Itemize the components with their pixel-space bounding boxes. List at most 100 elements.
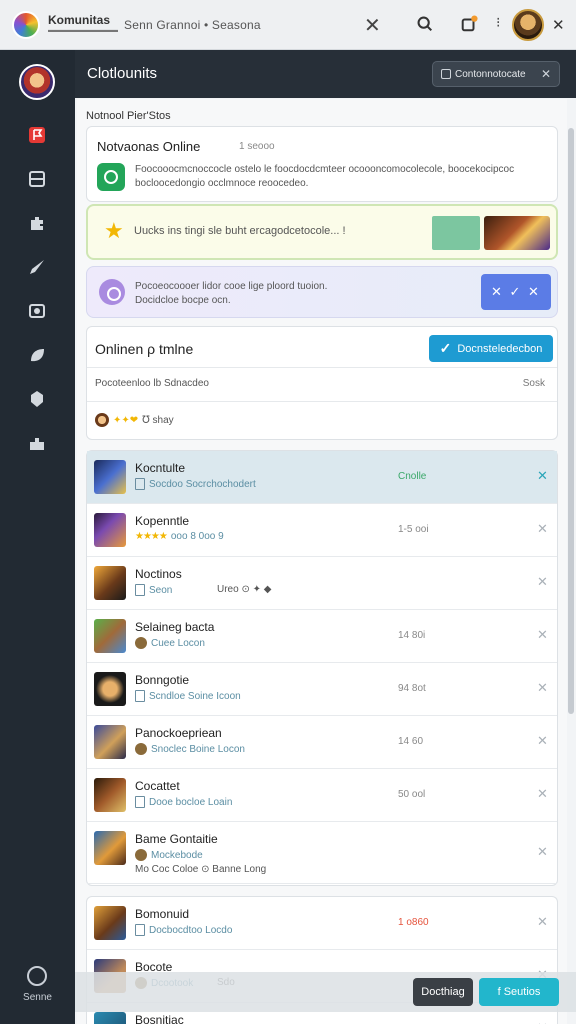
- list-item[interactable]: Kopenntle ★★★★ ooo 8 0oo 9 1-5 ooi ✕: [87, 504, 557, 557]
- badge-icon[interactable]: [26, 388, 48, 410]
- remove-icon[interactable]: ✕: [537, 786, 548, 802]
- brand-name: Komunitas: [48, 13, 111, 27]
- game-thumbnail[interactable]: [94, 566, 126, 600]
- list-item[interactable]: Bomonuid Docbocdtoo Locdo 1 о860 ✕: [87, 897, 557, 950]
- remove-icon[interactable]: ✕: [537, 468, 548, 484]
- check-icon: ✓: [439, 340, 452, 356]
- content-header: Clotlounits Contonnotocate ✕: [75, 50, 576, 98]
- remove-icon[interactable]: ✕: [537, 627, 548, 643]
- info-icon: [99, 279, 125, 305]
- game-thumbnail[interactable]: [94, 778, 126, 812]
- online-section: Onlinen ρ tmlne ✓ Docnsteledecbon Pocote…: [86, 326, 558, 440]
- info-banner-line2: Docidcloe bocpe ocn.: [135, 295, 231, 306]
- info-banner[interactable]: Pocoeocoooer lidor cooe lige ploord tuoi…: [86, 266, 558, 318]
- notification-card[interactable]: Notvaonas Online 1 seooo Foocooocmcnocco…: [86, 126, 558, 202]
- list-item-subtitle: Cuee Locon: [135, 637, 205, 649]
- sidebar-avatar[interactable]: [19, 64, 55, 100]
- list-item-subtitle-text: ooo 8 0oo 9: [170, 531, 224, 542]
- remove-icon[interactable]: ✕: [537, 914, 548, 930]
- list-item[interactable]: Panockoepriean Snoclec Boine Locon 14 60 ✕: [87, 716, 557, 769]
- flag-icon[interactable]: [26, 124, 48, 146]
- app-logo[interactable]: [12, 11, 40, 39]
- list-item-name: Selaineg bacta: [135, 620, 215, 634]
- remove-icon[interactable]: ✕: [537, 844, 548, 860]
- list-item[interactable]: Cocattet Dooe bocloe Loain 50 ool ✕: [87, 769, 557, 822]
- list-item-meta-icon: [135, 796, 145, 808]
- list-item-time: 50 ool: [398, 789, 426, 800]
- list-item[interactable]: Selaineg bacta Cuee Locon 14 80i ✕: [87, 610, 557, 663]
- list-item-time: 1 о860: [398, 917, 429, 928]
- list-item-name: Bomonuid: [135, 907, 190, 921]
- list-item-time: 14 60: [398, 736, 424, 747]
- sidebar-bottom-label[interactable]: Senne: [0, 992, 75, 1003]
- remove-icon[interactable]: ✕: [537, 1020, 548, 1024]
- info-banner-button[interactable]: ✕ ✓ ✕: [481, 274, 551, 310]
- list-item[interactable]: Bame Gontaitie Mockebode Mo Coc Coloe ⊙ Ba…: [87, 822, 557, 884]
- promo-banner-text: Uucks ins tingi sle buht ercagodcetocole…: [134, 225, 346, 237]
- info-banner-line1: Pocoeocoooer lidor cooe lige ploord tuoi…: [135, 281, 328, 292]
- list-item-time: 14 80i: [398, 630, 426, 641]
- user-avatar[interactable]: [512, 9, 544, 41]
- filter-pill[interactable]: Contonnotocate ✕: [432, 61, 560, 87]
- home-icon[interactable]: [26, 432, 48, 454]
- info-banner-text: Pocoeocoooer lidor cooe lige ploord tuoi…: [135, 280, 327, 308]
- divider: [87, 401, 557, 402]
- remove-icon[interactable]: ✕: [537, 574, 548, 590]
- breadcrumb[interactable]: Senn Grannoi • Seasona: [124, 18, 261, 32]
- list-item-subtitle: Mockebode: [135, 849, 203, 861]
- list-item[interactable]: Noctinos Seon Ureo ⊙ ✦ ◆ ✕: [87, 557, 557, 610]
- list-item-subtitle-text: Seon: [149, 584, 173, 596]
- game-thumbnail[interactable]: [94, 831, 126, 865]
- online-subtitle: Pocoteenloo lb Sdnacdeo: [95, 378, 209, 389]
- list-item[interactable]: Bonngotie Scndloe Soine Icoon 94 8ot ✕: [87, 663, 557, 716]
- game-thumbnail[interactable]: [94, 460, 126, 494]
- list-item-subtitle: Dooe bocloe Loain: [135, 796, 232, 808]
- online-action-button[interactable]: ✓ Docnsteledecbon: [429, 335, 553, 362]
- list-item-meta-icon: [135, 584, 145, 596]
- secondary-button[interactable]: Docthiag: [413, 978, 473, 1006]
- game-thumbnail[interactable]: [94, 619, 126, 653]
- rocket-icon[interactable]: [26, 256, 48, 278]
- list-item-name: Bame Gontaitie: [135, 832, 218, 846]
- settings-icon[interactable]: [27, 966, 47, 986]
- sort-link[interactable]: Sosk: [523, 378, 545, 389]
- list-item-name: Kopenntle: [135, 514, 190, 528]
- search-icon[interactable]: [416, 15, 433, 32]
- remove-icon[interactable]: ✕: [537, 521, 548, 537]
- list-item-meta-icon: [135, 924, 145, 936]
- list-item-meta-icon: [135, 849, 147, 861]
- list-item-name: Noctinos: [135, 567, 182, 581]
- primary-button[interactable]: f Seutios: [479, 978, 559, 1006]
- close-icon[interactable]: ✕: [364, 13, 381, 38]
- list-item-subtitle: Snoclec Boine Locon: [135, 743, 245, 755]
- game-thumbnail[interactable]: [94, 725, 126, 759]
- puzzle-icon[interactable]: [26, 212, 48, 234]
- promo-banner[interactable]: ★ Uucks ins tingi sle buht ercagodcetoco…: [86, 204, 558, 260]
- close-icon[interactable]: ✕: [541, 67, 551, 81]
- scrollbar[interactable]: [568, 128, 574, 714]
- promo-thumbnail[interactable]: [484, 216, 550, 250]
- list-item-subtitle: Socdoo Socrchochodert: [135, 478, 256, 490]
- game-thumbnail[interactable]: [94, 1012, 126, 1024]
- list-item-meta-icon: [135, 743, 147, 755]
- game-thumbnail[interactable]: [94, 906, 126, 940]
- close-window-icon[interactable]: ✕: [552, 16, 565, 34]
- photo-icon[interactable]: [26, 300, 48, 322]
- list-item-meta-icon: [135, 690, 145, 702]
- list-item-name: Panockoepriean: [135, 726, 222, 740]
- online-action-label: Docnsteledecbon: [457, 342, 543, 355]
- list-item-subtitle: Docbocdtoo Locdo: [135, 924, 232, 936]
- game-thumbnail[interactable]: [94, 672, 126, 706]
- inbox-icon[interactable]: [26, 168, 48, 190]
- remove-icon[interactable]: ✕: [537, 733, 548, 749]
- remove-icon[interactable]: ✕: [537, 680, 548, 696]
- notification-icon[interactable]: [460, 15, 478, 33]
- game-thumbnail[interactable]: [94, 513, 126, 547]
- list-item-time: 1-5 ooi: [398, 524, 429, 535]
- more-icon[interactable]: ⁝: [496, 14, 500, 31]
- list-item[interactable]: Kocntulte Socdoo Socrchochodert Cnolle ✕: [87, 451, 557, 504]
- brand-tagline: ▬▬▬▬▬▬▬▬▬▬: [48, 27, 118, 34]
- list-item-name: Bonngotie: [135, 673, 190, 687]
- online-title: Onlinen ρ tmlne: [95, 341, 194, 357]
- leaf-icon[interactable]: [26, 344, 48, 366]
